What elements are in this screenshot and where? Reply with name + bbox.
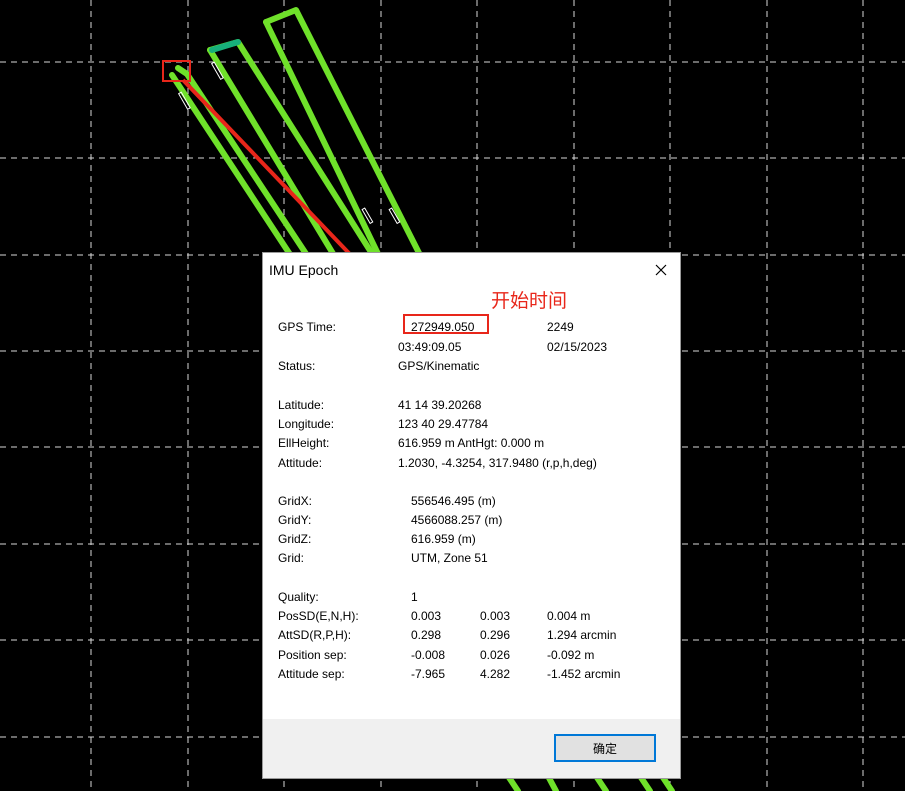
- gridx-label: GridX:: [278, 494, 313, 508]
- possd-label: PosSD(E,N,H):: [278, 609, 359, 623]
- position-sep-label: Position sep:: [278, 648, 347, 662]
- latitude-label: Latitude:: [278, 398, 325, 412]
- ok-button[interactable]: 确定: [554, 734, 656, 762]
- attitude-value: 1.2030, -4.3254, 317.9480 (r,p,h,deg): [398, 456, 597, 470]
- attitude-sep-3: -1.452 arcmin: [547, 667, 621, 681]
- dialog-title: IMU Epoch: [269, 262, 339, 278]
- trajectory-strip-bottom-b: [545, 773, 559, 791]
- imu-epoch-dialog: IMU Epoch 开始时间 GPS Time: 272949.050 2249…: [263, 253, 680, 778]
- latitude-value: 41 14 39.20268: [398, 398, 482, 412]
- gps-clock-time: 03:49:09.05: [398, 340, 462, 354]
- longitude-label: Longitude:: [278, 417, 335, 431]
- trajectory-strip-bottom-e: [659, 773, 675, 791]
- status-value: GPS/Kinematic: [398, 359, 480, 373]
- position-sep-1: -0.008: [411, 648, 446, 662]
- gridy-label: GridY:: [278, 513, 312, 527]
- possd-e: 0.003: [411, 609, 442, 623]
- attsd-p: 0.296: [480, 628, 511, 642]
- attitude-sep-1: -7.965: [411, 667, 446, 681]
- gridy-value: 4566088.257 (m): [411, 513, 503, 527]
- trajectory-strip-bottom-c: [593, 773, 609, 791]
- possd-n: 0.003: [480, 609, 511, 623]
- position-sep-2: 0.026: [480, 648, 511, 662]
- longitude-value: 123 40 29.47784: [398, 417, 489, 431]
- attitude-label: Attitude:: [278, 456, 323, 470]
- gridx-value: 556546.495 (m): [411, 494, 496, 508]
- close-icon: [655, 264, 667, 276]
- gps-time-label: GPS Time:: [278, 320, 337, 334]
- gps-time-highlight: [403, 314, 489, 334]
- quality-value: 1: [411, 590, 418, 604]
- status-label: Status:: [278, 359, 316, 373]
- attitude-sep-2: 4.282: [480, 667, 511, 681]
- ellheight-label: EllHeight:: [278, 436, 330, 450]
- position-sep-3: -0.092 m: [547, 648, 595, 662]
- trajectory-strip-right: [263, 7, 423, 258]
- trajectory-strip-bottom-a: [505, 773, 521, 791]
- attitude-sep-label: Attitude sep:: [278, 667, 345, 681]
- start-time-annotation: 开始时间: [491, 290, 568, 312]
- gridz-label: GridZ:: [278, 532, 312, 546]
- attsd-r: 0.298: [411, 628, 442, 642]
- gps-week: 2249: [547, 320, 574, 334]
- grid-value: UTM, Zone 51: [411, 551, 488, 565]
- grid-label: Grid:: [278, 551, 305, 565]
- close-button[interactable]: [646, 257, 676, 283]
- trajectory-highlight-segment: [209, 39, 241, 53]
- ellheight-value: 616.959 m AntHgt: 0.000 m: [398, 436, 545, 450]
- gps-date: 02/15/2023: [547, 340, 608, 354]
- quality-label: Quality:: [278, 590, 319, 604]
- dialog-footer: 确定: [263, 719, 680, 778]
- gridz-value: 616.959 (m): [411, 532, 476, 546]
- possd-h: 0.004 m: [547, 609, 591, 623]
- attsd-h: 1.294 arcmin: [547, 628, 617, 642]
- trajectory-strip-bottom-d: [637, 773, 653, 791]
- attsd-label: AttSD(R,P,H):: [278, 628, 352, 642]
